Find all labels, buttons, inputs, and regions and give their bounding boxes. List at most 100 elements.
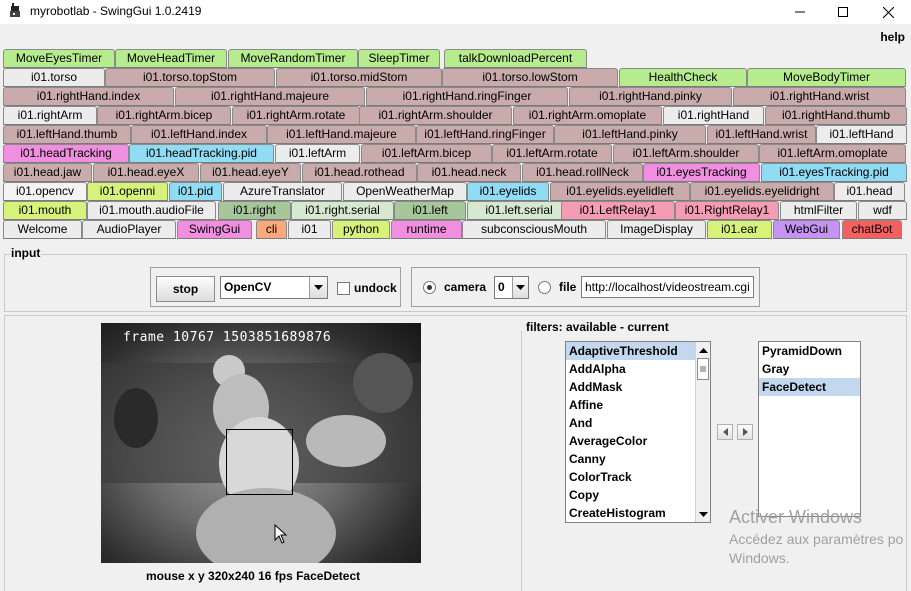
camera-radio[interactable] xyxy=(423,281,436,294)
tab-healthcheck[interactable]: HealthCheck xyxy=(619,68,747,87)
tab-i01-eyestracking-pid[interactable]: i01.eyesTracking.pid xyxy=(761,163,907,182)
tab-i01-righthand-majeure[interactable]: i01.rightHand.majeure xyxy=(175,87,365,106)
grabber-select[interactable]: OpenCV xyxy=(220,276,328,299)
tab-i01-leftarm-shoulder[interactable]: i01.leftArm.shoulder xyxy=(613,144,759,163)
filter-item[interactable]: Canny xyxy=(566,450,710,468)
tab-i01-lefthand-pinky[interactable]: i01.leftHand.pinky xyxy=(554,125,706,144)
tab-i01-rightarm-omoplate[interactable]: i01.rightArm.omoplate xyxy=(513,106,662,125)
tab-i01-head-eyey[interactable]: i01.head.eyeY xyxy=(200,163,301,182)
tab-i01-righthand-pinky[interactable]: i01.rightHand.pinky xyxy=(569,87,732,106)
tab-i01-righthand-wrist[interactable]: i01.rightHand.wrist xyxy=(733,87,906,106)
tab-moverandomtimer[interactable]: MoveRandomTimer xyxy=(228,49,358,68)
tab-i01-head-jaw[interactable]: i01.head.jaw xyxy=(3,163,92,182)
tab-i01-lefthand-majeure[interactable]: i01.leftHand.majeure xyxy=(267,125,416,144)
tab-i01-rightarm-shoulder[interactable]: i01.rightArm.shoulder xyxy=(359,106,512,125)
tab-i01-torso[interactable]: i01.torso xyxy=(3,68,105,87)
tab-i01-leftarm-omoplate[interactable]: i01.leftArm.omoplate xyxy=(759,144,906,163)
tab-i01-righthand-index[interactable]: i01.rightHand.index xyxy=(3,87,174,106)
current-filters-list[interactable]: PyramidDown Gray FaceDetect xyxy=(758,341,861,517)
minimize-button[interactable] xyxy=(777,0,823,24)
tab-i01-leftarm-rotate[interactable]: i01.leftArm.rotate xyxy=(492,144,612,163)
tab-moveheadtimer[interactable]: MoveHeadTimer xyxy=(115,49,227,68)
tab-i01-rightarm-rotate[interactable]: i01.rightArm.rotate xyxy=(232,106,360,125)
tab-cli[interactable]: cli xyxy=(256,220,287,239)
tab-i01-headtracking-pid[interactable]: i01.headTracking.pid xyxy=(129,144,274,163)
tab-i01-leftarm-bicep[interactable]: i01.leftArm.bicep xyxy=(361,144,492,163)
remove-filter-button[interactable] xyxy=(717,424,733,440)
tab-chatbot[interactable]: chatBot xyxy=(842,220,902,239)
tab-i01-rightrelay1[interactable]: i01.RightRelay1 xyxy=(675,201,779,220)
chevron-down-icon[interactable] xyxy=(512,277,528,298)
tab-i01-torso-midstom[interactable]: i01.torso.midStom xyxy=(276,68,442,87)
filter-item[interactable]: FaceDetect xyxy=(759,378,860,396)
tab-i01-eyelids-eyelidright[interactable]: i01.eyelids.eyelidright xyxy=(690,182,834,201)
tab-movebodytimer[interactable]: MoveBodyTimer xyxy=(747,68,906,87)
filter-item[interactable]: CreateHistogram xyxy=(566,504,710,522)
tab-htmlfilter[interactable]: htmlFilter xyxy=(780,201,857,220)
tab-i01-mouth[interactable]: i01.mouth xyxy=(3,201,87,220)
tab-openweathermap[interactable]: OpenWeatherMap xyxy=(343,182,467,201)
tab-i01-opencv[interactable]: i01.opencv xyxy=(3,182,87,201)
tab-i01-lefthand-wrist[interactable]: i01.leftHand.wrist xyxy=(707,125,816,144)
tab-i01-torso-topstom[interactable]: i01.torso.topStom xyxy=(105,68,275,87)
tab-i01-headtracking[interactable]: i01.headTracking xyxy=(3,144,129,163)
maximize-button[interactable] xyxy=(820,0,866,24)
filter-item[interactable]: PyramidDown xyxy=(759,342,860,360)
video-display[interactable]: frame 10767 1503851689876 xyxy=(101,323,421,563)
filter-item[interactable]: AddAlpha xyxy=(566,360,710,378)
tab-i01-lefthand[interactable]: i01.leftHand xyxy=(816,125,907,144)
tab-i01-rightarm-bicep[interactable]: i01.rightArm.bicep xyxy=(97,106,231,125)
tab-i01-lefthand-index[interactable]: i01.leftHand.index xyxy=(131,125,267,144)
tab-sleeptimer[interactable]: SleepTimer xyxy=(358,49,440,68)
tab-i01-head-rollneck[interactable]: i01.head.rollNeck xyxy=(522,163,643,182)
tab-welcome[interactable]: Welcome xyxy=(3,220,82,239)
tab-runtime[interactable]: runtime xyxy=(391,220,462,239)
tab-i01-eyelids[interactable]: i01.eyelids xyxy=(467,182,549,201)
filter-item[interactable]: AverageColor xyxy=(566,432,710,450)
tab-python[interactable]: python xyxy=(332,220,390,239)
tab-i01-eyelids-eyelidleft[interactable]: i01.eyelids.eyelidleft xyxy=(550,182,690,201)
tab-i01-left-serial[interactable]: i01.left.serial xyxy=(467,201,571,220)
tab-moveeyestimer[interactable]: MoveEyesTimer xyxy=(3,49,115,68)
tab-i01-right[interactable]: i01.right xyxy=(218,201,291,220)
file-radio[interactable] xyxy=(538,281,551,294)
file-url-input[interactable]: http://localhost/videostream.cgi xyxy=(581,276,754,298)
tab-wdf[interactable]: wdf xyxy=(858,201,907,220)
help-menu[interactable]: help xyxy=(880,30,905,44)
tab-i01-righthand[interactable]: i01.rightHand xyxy=(663,106,764,125)
close-button[interactable] xyxy=(865,0,911,24)
available-filters-list[interactable]: AdaptiveThreshold AddAlpha AddMask Affine An… xyxy=(565,341,711,523)
tab-i01-leftrelay1[interactable]: i01.LeftRelay1 xyxy=(561,201,675,220)
scroll-thumb[interactable] xyxy=(697,358,709,380)
filter-item[interactable]: AdaptiveThreshold xyxy=(566,342,710,360)
filter-item[interactable]: ColorTrack xyxy=(566,468,710,486)
tab-i01-head[interactable]: i01.head xyxy=(834,182,905,201)
tab-i01-right-serial[interactable]: i01.right.serial xyxy=(291,201,394,220)
tab-i01-rightarm[interactable]: i01.rightArm xyxy=(3,106,97,125)
camera-index-select[interactable]: 0 xyxy=(494,276,529,299)
tab-i01-eyestracking[interactable]: i01.eyesTracking xyxy=(643,163,760,182)
tab-swinggui[interactable]: SwingGui xyxy=(177,220,252,239)
tab-i01-openni[interactable]: i01.openni xyxy=(87,182,168,201)
filter-item[interactable]: Affine xyxy=(566,396,710,414)
tab-i01-ear[interactable]: i01.ear xyxy=(707,220,772,239)
tab-azuretranslator[interactable]: AzureTranslator xyxy=(223,182,342,201)
add-filter-button[interactable] xyxy=(737,424,753,440)
filter-item[interactable]: Gray xyxy=(759,360,860,378)
tab-i01-head-rothead[interactable]: i01.head.rothead xyxy=(302,163,417,182)
scroll-up-icon[interactable] xyxy=(696,343,710,357)
tab-i01-head-neck[interactable]: i01.head.neck xyxy=(417,163,521,182)
filter-item[interactable]: And xyxy=(566,414,710,432)
tab-i01-head-eyex[interactable]: i01.head.eyeX xyxy=(93,163,199,182)
tab-i01-mouth-audiofile[interactable]: i01.mouth.audioFile xyxy=(87,201,216,220)
stop-button[interactable]: stop xyxy=(156,276,215,302)
available-filters-scrollbar[interactable] xyxy=(695,342,710,522)
filter-item[interactable]: AddMask xyxy=(566,378,710,396)
tab-i01-lefthand-thumb[interactable]: i01.leftHand.thumb xyxy=(3,125,131,144)
tab-i01-pid[interactable]: i01.pid xyxy=(169,182,222,201)
tab-subconsciousmouth[interactable]: subconsciousMouth xyxy=(462,220,606,239)
tab-i01-torso-lowstom[interactable]: i01.torso.lowStom xyxy=(442,68,618,87)
tab-i01-righthand-thumb[interactable]: i01.rightHand.thumb xyxy=(765,106,907,125)
tab-imagedisplay[interactable]: ImageDisplay xyxy=(607,220,706,239)
tab-audioplayer[interactable]: AudioPlayer xyxy=(82,220,176,239)
